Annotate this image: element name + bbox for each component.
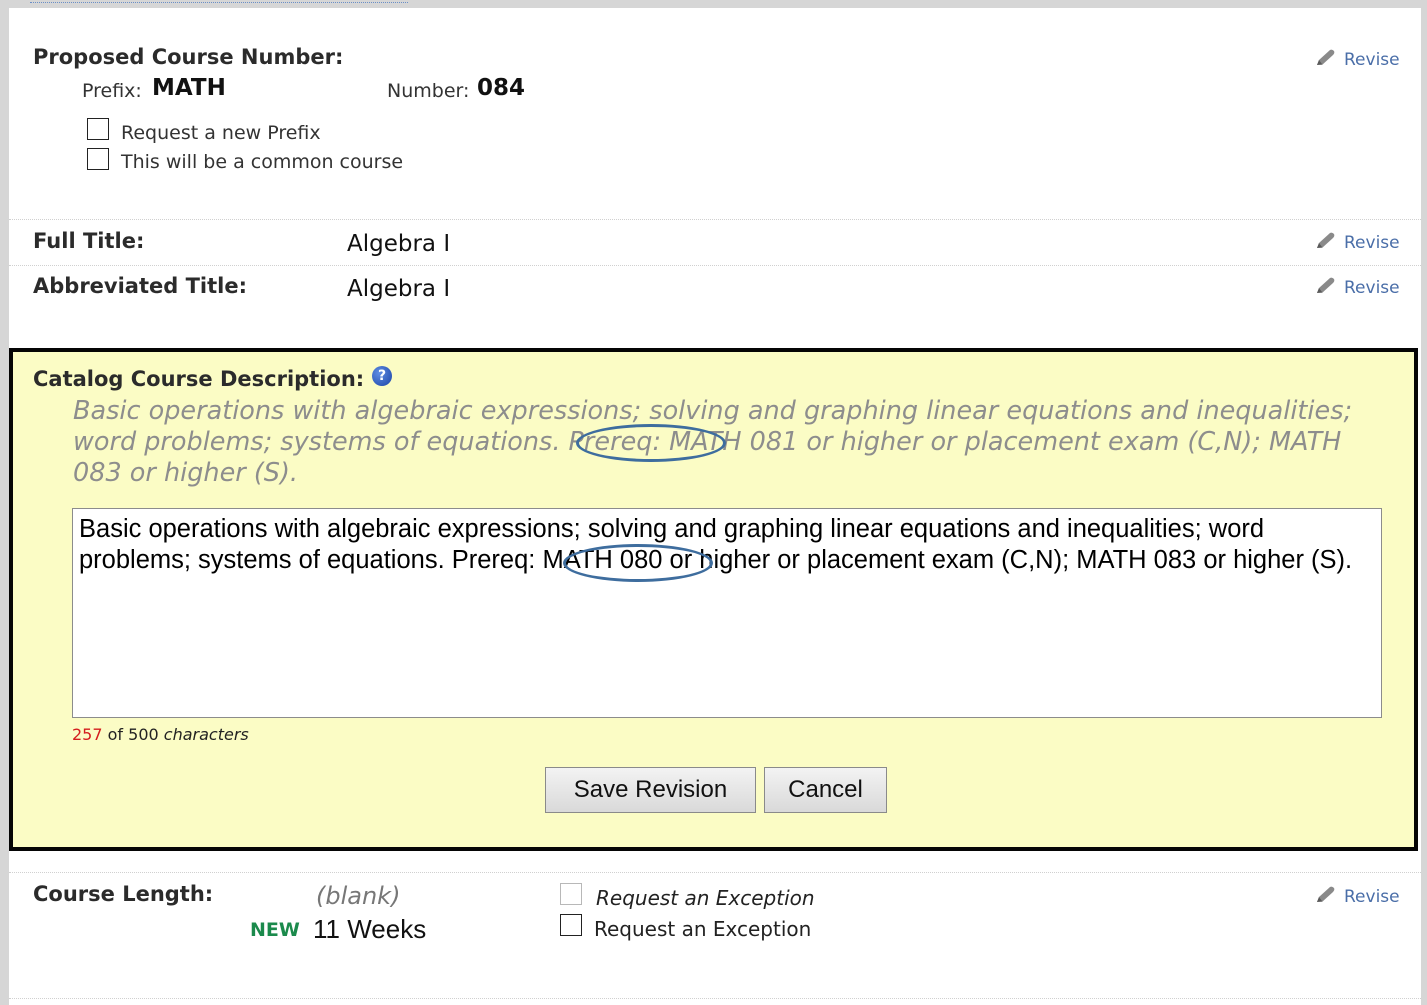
revise-link-text: Revise xyxy=(1344,278,1400,298)
prefix-value: MATH xyxy=(152,75,226,101)
new-prefix-checkbox-label: Request a new Prefix xyxy=(121,122,321,144)
pencil-icon xyxy=(1317,277,1335,293)
section-divider xyxy=(9,219,1421,220)
full-title-label: Full Title: xyxy=(33,229,145,253)
abbreviated-title-label: Abbreviated Title: xyxy=(33,274,247,298)
question-icon[interactable]: ? xyxy=(372,366,392,386)
new-badge: NEW xyxy=(250,919,300,941)
number-value: 084 xyxy=(477,75,526,101)
section-divider xyxy=(9,998,1421,999)
abbreviated-title-value: Algebra I xyxy=(347,276,451,302)
full-title-value: Algebra I xyxy=(347,231,451,257)
character-limit: of 500 xyxy=(107,725,159,744)
character-count: 257 xyxy=(72,725,103,744)
cancel-button[interactable]: Cancel xyxy=(764,767,887,813)
highlight-oval-original xyxy=(576,424,726,462)
pencil-icon xyxy=(1317,232,1335,248)
pencil-icon xyxy=(1317,886,1335,902)
prefix-label: Prefix: xyxy=(82,80,142,102)
section-divider xyxy=(9,872,1421,873)
section-divider xyxy=(9,265,1421,266)
exception-label: Request an Exception xyxy=(594,917,812,941)
revise-link-text: Revise xyxy=(1344,50,1400,70)
character-counter: 257 of 500 characters xyxy=(72,725,249,744)
exception-checkbox-old xyxy=(560,883,582,905)
course-number-label: Proposed Course Number: xyxy=(33,45,344,69)
new-prefix-checkbox[interactable] xyxy=(87,118,109,140)
top-divider xyxy=(30,2,408,3)
revise-link-text: Revise xyxy=(1344,233,1400,253)
course-length-new-value: 11 Weeks xyxy=(313,914,427,944)
common-course-checkbox-label: This will be a common course xyxy=(121,151,404,173)
number-label: Number: xyxy=(387,80,470,102)
save-revision-button[interactable]: Save Revision xyxy=(545,767,756,813)
exception-old-label: Request an Exception xyxy=(596,886,815,910)
character-unit: characters xyxy=(163,725,249,744)
course-length-old-value: (blank) xyxy=(316,882,401,910)
pencil-icon xyxy=(1317,49,1335,65)
course-length-label: Course Length: xyxy=(33,882,214,906)
description-label: Catalog Course Description: xyxy=(33,367,365,391)
description-textarea[interactable]: Basic operations with algebraic expressi… xyxy=(72,508,1382,718)
common-course-checkbox[interactable] xyxy=(87,148,109,170)
exception-checkbox[interactable] xyxy=(560,914,582,936)
right-frame-border xyxy=(1421,0,1427,1005)
revise-link-text: Revise xyxy=(1344,887,1400,907)
left-frame-border xyxy=(0,0,9,1005)
highlight-oval-edited xyxy=(563,544,713,582)
